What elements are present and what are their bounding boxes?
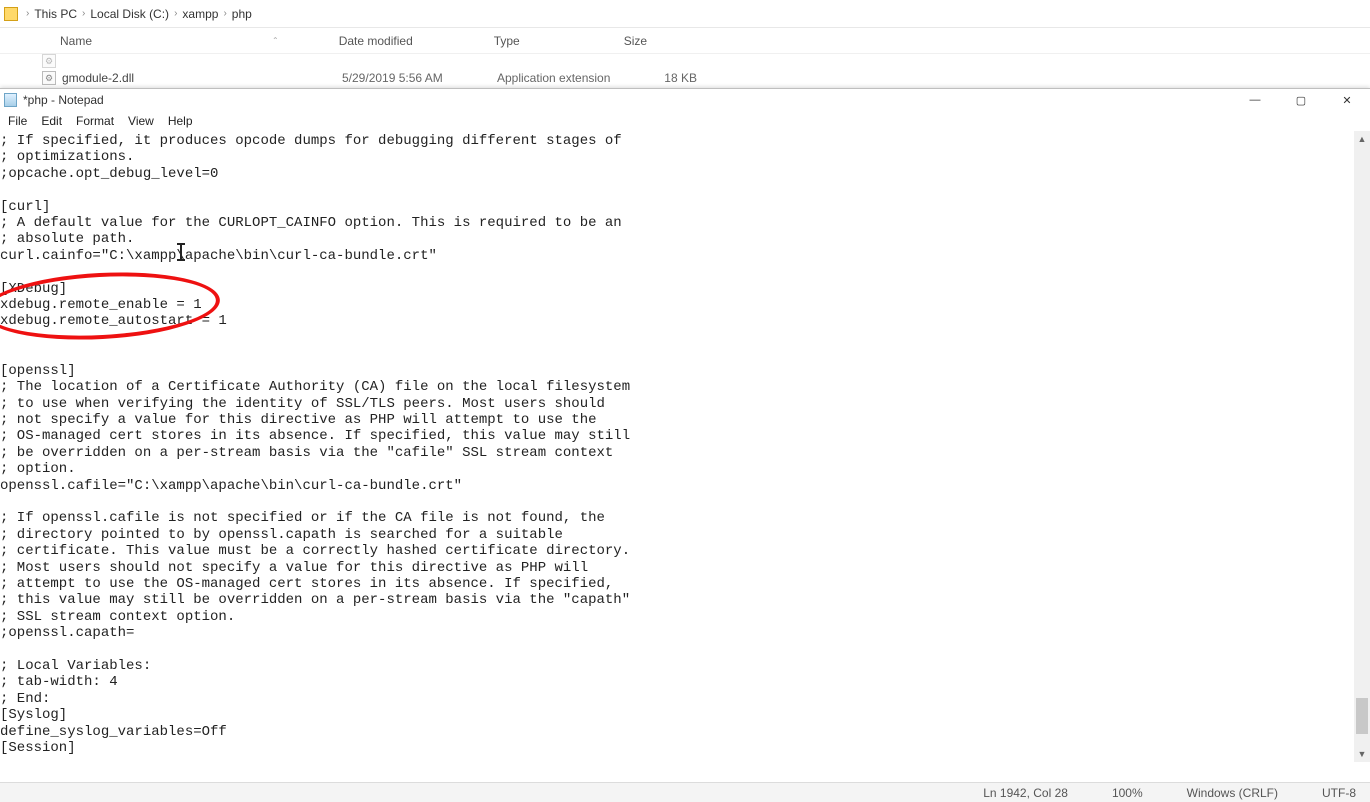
column-name[interactable]: Name	[60, 34, 342, 48]
menu-help[interactable]: Help	[162, 114, 199, 128]
column-headers: Name ⌃ Date modified Type Size	[0, 28, 1370, 54]
status-position: Ln 1942, Col 28	[979, 786, 1072, 800]
scrollbar-track[interactable]	[1354, 147, 1370, 746]
window-controls: — ▢ ✕	[1232, 89, 1370, 111]
scroll-up-icon[interactable]: ▲	[1354, 131, 1370, 147]
close-button[interactable]: ✕	[1324, 89, 1370, 111]
file-size: 18 KB	[627, 71, 707, 85]
notepad-window: *php - Notepad — ▢ ✕ File Edit Format Vi…	[0, 88, 1370, 802]
file-row[interactable]: ⚙ gmodule-2.dll 5/29/2019 5:56 AM Applica…	[0, 68, 1370, 88]
editor-body: ; If specified, it produces opcode dumps…	[0, 131, 1370, 782]
status-zoom: 100%	[1108, 786, 1147, 800]
notepad-icon	[4, 93, 17, 107]
vertical-scrollbar[interactable]: ▲ ▼	[1354, 131, 1370, 762]
file-explorer: › This PC › Local Disk (C:) › xampp › ph…	[0, 0, 1370, 90]
breadcrumb-item[interactable]: Local Disk (C:)	[87, 7, 172, 21]
sort-indicator-icon: ⌃	[272, 36, 279, 45]
column-date[interactable]: Date modified	[339, 34, 494, 48]
breadcrumb-item[interactable]: xampp	[179, 7, 221, 21]
titlebar[interactable]: *php - Notepad — ▢ ✕	[0, 89, 1370, 111]
menu-edit[interactable]: Edit	[35, 114, 68, 128]
chevron-right-icon: ›	[172, 8, 179, 19]
column-type[interactable]: Type	[494, 34, 624, 48]
column-size[interactable]: Size	[624, 34, 704, 48]
chevron-right-icon: ›	[221, 8, 228, 19]
folder-icon	[4, 7, 18, 21]
dll-file-icon: ⚙	[42, 54, 56, 68]
menubar: File Edit Format View Help	[0, 111, 1370, 131]
chevron-right-icon: ›	[24, 8, 31, 19]
window-title: *php - Notepad	[23, 93, 104, 107]
menu-file[interactable]: File	[2, 114, 33, 128]
breadcrumb-item[interactable]: This PC	[31, 7, 80, 21]
file-date: 5/29/2019 5:56 AM	[342, 71, 497, 85]
maximize-button[interactable]: ▢	[1278, 89, 1324, 111]
menu-format[interactable]: Format	[70, 114, 120, 128]
chevron-right-icon: ›	[80, 8, 87, 19]
editor-text[interactable]: ; If specified, it produces opcode dumps…	[0, 131, 1354, 762]
breadcrumb-item[interactable]: php	[229, 7, 255, 21]
dll-file-icon: ⚙	[42, 71, 56, 85]
file-type: Application extension	[497, 71, 627, 85]
menu-view[interactable]: View	[122, 114, 160, 128]
breadcrumb[interactable]: › This PC › Local Disk (C:) › xampp › ph…	[0, 0, 1370, 28]
status-encoding: UTF-8	[1318, 786, 1360, 800]
scrollbar-thumb[interactable]	[1356, 698, 1368, 734]
scroll-down-icon[interactable]: ▼	[1354, 746, 1370, 762]
file-row[interactable]: ⚙	[0, 54, 1370, 68]
statusbar: Ln 1942, Col 28 100% Windows (CRLF) UTF-…	[0, 782, 1370, 802]
status-line-ending: Windows (CRLF)	[1183, 786, 1282, 800]
file-name: gmodule-2.dll	[62, 71, 134, 85]
minimize-button[interactable]: —	[1232, 89, 1278, 111]
